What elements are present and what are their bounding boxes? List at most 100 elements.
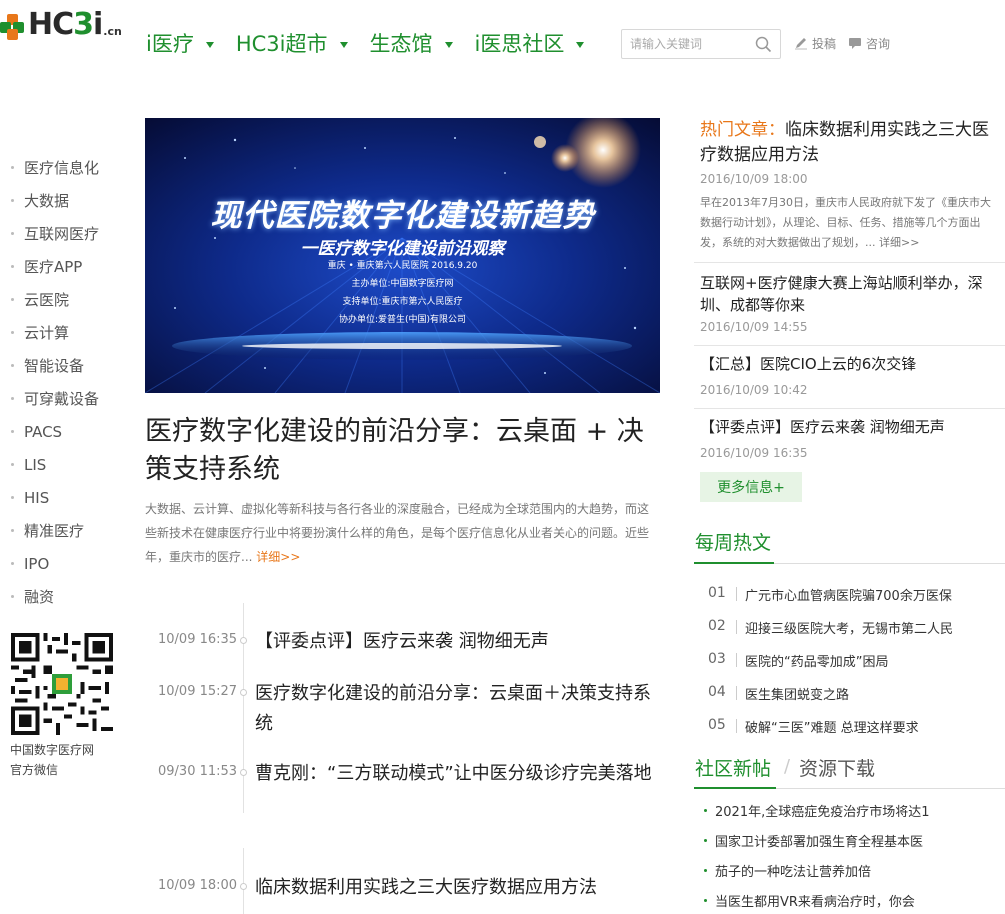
tab-resource-download[interactable]: 资源下载 (799, 754, 875, 781)
bullet-icon (11, 529, 14, 532)
sidebar-item[interactable]: 大数据 (0, 184, 130, 217)
sidebar-item[interactable]: 医疗信息化 (0, 151, 130, 184)
list-item[interactable]: 05 破解“三医”难题 总理这样要求 (708, 717, 919, 736)
nav-item-i-medical[interactable]: i医疗 (146, 30, 214, 58)
lead-more-link[interactable]: 详细>> (256, 550, 300, 564)
tab-community-posts[interactable]: 社区新帖 (695, 754, 771, 781)
sidebar-item[interactable]: LIS (0, 448, 130, 481)
article-date: 2016/10/09 16:35 (700, 446, 808, 460)
timeline-time: 10/09 16:35 (158, 632, 238, 647)
list-item[interactable]: 03 医院的“药品零加成”困局 (708, 651, 888, 670)
sidebar-item[interactable]: 智能设备 (0, 349, 130, 382)
list-item[interactable]: 01 广元市心血管病医院骗700余万医保 (708, 585, 952, 604)
nav-item-hc3i-market[interactable]: HC3i超市 (236, 30, 348, 58)
hero-organizer: 主办单位:中国数字医疗网 (351, 279, 454, 289)
timeline-line (243, 603, 244, 813)
chevron-down-icon (205, 42, 214, 48)
list-item[interactable]: 2021年,全球癌症免疫治疗市场将达1 (704, 801, 930, 820)
logo-suffix: .cn (103, 25, 122, 38)
bullet-icon (11, 595, 14, 598)
sidebar-item[interactable]: 云计算 (0, 316, 130, 349)
bullet-icon (11, 298, 14, 301)
timeline-dot-icon (240, 689, 247, 696)
sidebar-item[interactable]: 互联网医疗 (0, 217, 130, 250)
timeline-title: 曹克刚：“三方联动模式”让中医分级诊疗完美落地 (255, 763, 652, 784)
article-title[interactable]: 【汇总】医院CIO上云的6次交锋 (700, 353, 1005, 375)
timeline-time: 10/09 15:27 (158, 684, 238, 699)
logo-wordmark: HC3i (28, 7, 103, 42)
timeline-line (243, 848, 244, 914)
article-date: 2016/10/09 10:42 (700, 383, 808, 397)
timeline-time: 09/30 11:53 (158, 764, 238, 779)
bullet-icon (11, 430, 14, 433)
bullet-icon (704, 899, 707, 902)
contribute-link[interactable]: 投稿 (794, 35, 836, 52)
list-item[interactable]: 当医生都用VR来看病治疗时，你会 (704, 891, 915, 910)
divider (694, 408, 1005, 409)
sidebar-item[interactable]: IPO (0, 547, 130, 580)
sidebar-item[interactable]: HIS (0, 481, 130, 514)
sidebar-item[interactable]: PACS (0, 415, 130, 448)
category-sidebar: 医疗信息化 大数据 互联网医疗 医疗APP 云医院 云计算 智能设备 可穿戴设备… (0, 151, 130, 613)
consult-link[interactable]: 咨询 (848, 35, 890, 52)
timeline-title: 临床数据利用实践之三大医疗数据应用方法 (255, 877, 597, 898)
hot-article-title[interactable]: 热门文章：临床数据利用实践之三大医疗数据应用方法 (700, 118, 1000, 168)
search-box (621, 29, 781, 59)
section-underline (694, 787, 776, 789)
hero-title: 现代医院数字化建设新趋势 (210, 198, 595, 234)
tab-separator: / (784, 756, 791, 777)
bullet-icon (11, 364, 14, 367)
chevron-down-icon (339, 42, 348, 48)
timeline-time: 10/09 18:00 (158, 878, 238, 893)
sidebar-item[interactable]: 可穿戴设备 (0, 382, 130, 415)
sidebar-item[interactable]: 融资 (0, 580, 130, 613)
nav-item-community[interactable]: i医思社区 (475, 30, 585, 58)
search-input[interactable] (622, 31, 750, 57)
timeline-title: 医疗数字化建设的前沿分享：云桌面＋决策支持系统 (255, 683, 651, 734)
qr-caption: 中国数字医疗网 官方微信 (10, 743, 95, 777)
list-item[interactable]: 04 医生集团蜕变之路 (708, 684, 849, 703)
hero-co-organizer: 协办单位:爱普生(中国)有限公司 (338, 315, 467, 325)
logo-cross-icon (0, 14, 26, 40)
bullet-icon (11, 265, 14, 268)
wechat-qr-code (11, 633, 113, 735)
article-date: 2016/10/09 14:55 (700, 320, 808, 334)
bullet-icon (11, 463, 14, 466)
timeline-dot-icon (240, 769, 247, 776)
timeline-dot-icon (240, 637, 247, 644)
list-item[interactable]: 国家卫计委部署加强生育全程基本医 (704, 831, 923, 850)
timeline-dot-icon (240, 883, 247, 890)
hero-venue: 重庆 • 重庆第六人民医院 2016.9.20 (327, 261, 478, 271)
sidebar-item[interactable]: 医疗APP (0, 250, 130, 283)
timeline-title: 【评委点评】医疗云来袭 润物细无声 (255, 631, 549, 652)
search-icon[interactable] (755, 36, 772, 53)
nav-item-ecosystem[interactable]: 生态馆 (370, 30, 453, 58)
bullet-icon (11, 199, 14, 202)
list-item[interactable]: 02 迎接三级医院大考，无锡市第二人民 (708, 618, 953, 637)
lead-article-title[interactable]: 医疗数字化建设的前沿分享：云桌面 + 决策支持系统 (145, 413, 660, 489)
weekly-hot-title: 每周热文 (695, 532, 772, 554)
list-item[interactable]: 茄子的一种吃法让营养加倍 (704, 861, 871, 880)
pencil-icon (795, 38, 807, 50)
article-title[interactable]: 【评委点评】医疗云来袭 润物细无声 (700, 416, 1005, 438)
bullet-icon (704, 809, 707, 812)
chevron-down-icon (444, 42, 453, 48)
article-title[interactable]: 互联网+医疗健康大赛上海站顺利举办，深圳、成都等你来 (700, 272, 1005, 316)
bullet-icon (704, 839, 707, 842)
sidebar-item[interactable]: 精准医疗 (0, 514, 130, 547)
hero-banner[interactable]: 现代医院数字化建设新趋势 一医疗数字化建设前沿观察 重庆 • 重庆第六人民医院 … (145, 118, 660, 393)
site-logo[interactable]: HC3i .cn (0, 4, 122, 40)
bullet-icon (11, 397, 14, 400)
bullet-icon (11, 232, 14, 235)
hot-more-link[interactable]: 详细>> (879, 236, 919, 249)
lead-article-summary: 大数据、云计算、虚拟化等新科技与各行各业的深度融合，已经成为全球范围内的大趋势，… (145, 502, 650, 564)
divider (694, 262, 1005, 263)
section-underline (694, 562, 774, 564)
bullet-icon (11, 562, 14, 565)
chat-icon (849, 38, 861, 49)
top-nav: i医疗 HC3i超市 生态馆 i医思社区 (146, 30, 606, 58)
more-info-button[interactable]: 更多信息+ (700, 472, 802, 502)
bullet-icon (11, 496, 14, 499)
hero-subtitle: 一医疗数字化建设前沿观察 (300, 239, 505, 259)
sidebar-item[interactable]: 云医院 (0, 283, 130, 316)
